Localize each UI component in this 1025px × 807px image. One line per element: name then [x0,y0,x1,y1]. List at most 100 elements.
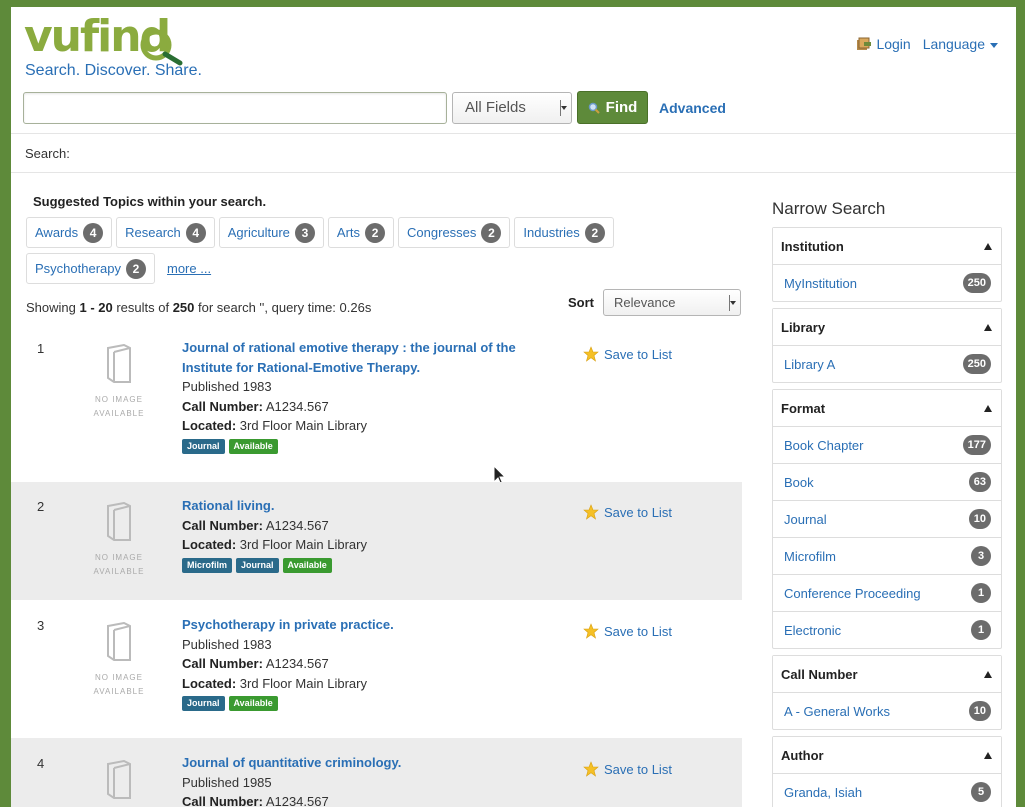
save-to-list-button[interactable]: Save to List [583,346,672,362]
facet-item-label: Granda, Isiah [784,784,863,800]
collapse-icon [984,323,992,331]
facet-count-badge: 250 [962,354,991,374]
topic-congresses[interactable]: Congresses 2 [398,217,511,248]
facet-title: Library [781,319,826,335]
topic-label: Arts [336,225,361,240]
facet-title: Format [781,400,826,416]
topic-count-badge: 3 [294,222,315,243]
facet-title: Author [781,747,824,763]
topic-arts[interactable]: Arts 2 [327,217,395,248]
facet-item[interactable]: Library A 250 [773,345,1001,382]
collapse-icon [984,242,992,250]
advanced-search-link[interactable]: Advanced [659,100,726,116]
search-icon [588,102,600,114]
topic-count-badge: 2 [365,222,386,243]
facet-item[interactable]: Book 63 [773,463,1001,500]
result-title-line: Institute for Rational-Emotive Therapy. [182,359,421,375]
call-number-value: A1234.567 [265,517,329,533]
call-number-label: Call Number: [182,794,263,807]
topic-research[interactable]: Research 4 [116,217,215,248]
facet-item[interactable]: MyInstitution 250 [773,264,1001,301]
facet-item[interactable]: Book Chapter 177 [773,426,1001,463]
facet-header[interactable]: Author [773,737,1001,773]
result-call-number: Call Number: A1234.567 [182,792,552,807]
no-image-line2: AVAILABLE [93,409,145,418]
star-icon [583,346,599,362]
search-type-select[interactable]: All Fields [452,91,572,124]
more-topics-link[interactable]: more ... [159,253,219,284]
summary-prefix: Showing [26,300,80,315]
no-image-line1: NO IMAGE [94,553,143,562]
sort-select[interactable]: Relevance [603,289,741,316]
chevron-down-icon [990,42,998,48]
topic-industries[interactable]: Industries 2 [514,217,614,248]
topic-psychotherapy[interactable]: Psychotherapy 2 [26,253,155,284]
topic-label: Awards [35,225,79,240]
result-published: Published 1983 [182,379,272,394]
facet-item[interactable]: Microfilm 3 [773,537,1001,574]
facet-count-badge: 10 [968,509,991,529]
facet-item-label: MyInstitution [784,275,857,291]
summary-suffix: for search '', query time: 0.26s [194,300,372,315]
facet-header[interactable]: Institution [773,228,1001,264]
result-item: 4 Journal of quantitative criminology. P… [11,738,742,807]
facet-library: Library Library A 250 [772,308,1002,383]
facet-author: Author Granda, Isiah 5 [772,736,1002,807]
save-label: Save to List [604,761,672,777]
facet-count-badge: 63 [968,472,991,492]
topic-label: Congresses [407,225,477,240]
call-number-value: A1234.567 [265,656,329,671]
result-number: 2 [37,499,45,514]
page: vufind Search. Discover. Share. Login La… [11,7,1016,807]
save-to-list-button[interactable]: Save to List [583,623,672,639]
facet-header[interactable]: Call Number [773,656,1001,692]
result-title[interactable]: Rational living. [182,496,552,516]
language-label: Language [922,36,985,52]
login-link[interactable]: Login [856,36,911,52]
facet-item[interactable]: Journal 10 [773,500,1001,537]
top-nav: Login Language [856,36,998,52]
topic-label: Research [125,225,181,240]
no-image-thumbnail[interactable]: NO IMAGE AVAILABLE [89,343,149,421]
language-dropdown[interactable]: Language [923,36,998,52]
save-to-list-button[interactable]: Save to List [583,761,672,777]
no-image-thumbnail[interactable] [89,759,149,805]
result-title-line: Journal of rational emotive therapy : th… [182,340,516,355]
search-input[interactable] [23,91,447,124]
login-label: Login [876,36,911,52]
facet-count-badge: 1 [971,620,991,640]
result-title[interactable]: Psychotherapy in private practice. [182,615,552,635]
result-title[interactable]: Journal of quantitative criminology. [182,753,552,773]
topic-count-badge: 2 [481,222,502,243]
magnifier-logo-icon [140,29,183,66]
facet-header[interactable]: Format [773,390,1001,426]
find-button[interactable]: Find [577,91,648,124]
result-title[interactable]: Journal of rational emotive therapy : th… [182,338,552,377]
facet-item[interactable]: Granda, Isiah 5 [773,773,1001,807]
results-summary: Showing 1 - 20 results of 250 for search… [26,300,371,315]
facet-item[interactable]: Conference Proceeding 1 [773,574,1001,611]
facet-item[interactable]: Electronic 1 [773,611,1001,648]
book-placeholder-icon [107,343,131,383]
topic-agriculture[interactable]: Agriculture 3 [218,217,324,248]
summary-mid: results of [112,300,173,315]
facet-count-badge: 1 [971,583,991,603]
login-icon [857,37,872,50]
search-type-value: All Fields [465,99,526,116]
find-label: Find [605,99,638,116]
save-to-list-button[interactable]: Save to List [583,504,672,520]
star-icon [583,623,599,639]
logo-text-vu: vu [24,11,82,62]
select-arrow-icon [729,294,736,311]
no-image-thumbnail[interactable]: NO IMAGE AVAILABLE [89,501,149,579]
vufind-logo[interactable]: vufind [24,15,183,66]
facet-header[interactable]: Library [773,309,1001,345]
divider [11,133,1016,134]
no-image-thumbnail[interactable]: NO IMAGE AVAILABLE [89,621,149,699]
result-item: 1 NO IMAGE AVAILABLE Journal of rational … [11,328,742,482]
topic-awards[interactable]: Awards 4 [26,217,113,248]
select-arrow-icon [560,99,567,116]
facet-item[interactable]: A - General Works 10 [773,692,1001,729]
no-image-line2: AVAILABLE [93,687,145,696]
sort-value: Relevance [614,295,676,310]
